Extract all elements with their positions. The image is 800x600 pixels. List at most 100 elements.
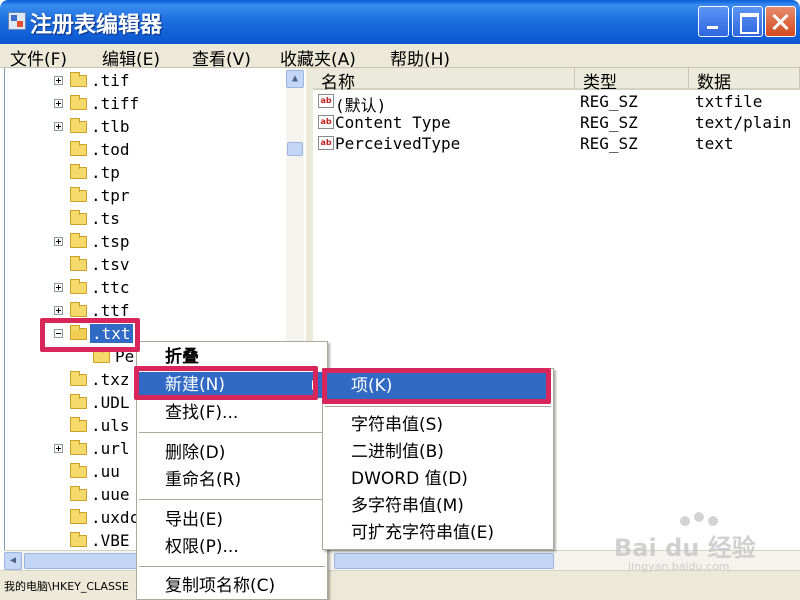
menu-edit[interactable]: 编辑(E) [102, 45, 160, 70]
folder-icon [70, 371, 87, 386]
sub-new-string-value[interactable]: 字符串值(S) [325, 412, 551, 438]
sub-new-binary-value[interactable]: 二进制值(B) [325, 439, 551, 465]
tree-item[interactable]: .tiff [5, 93, 305, 115]
expand-plus-icon[interactable] [54, 283, 63, 292]
tree-item[interactable]: .tp [5, 162, 305, 184]
list-horizontal-scroll-thumb[interactable] [334, 553, 554, 569]
tree-item-label: .ttc [91, 278, 130, 297]
folder-icon [70, 210, 87, 225]
expand-plus-icon[interactable] [54, 306, 63, 315]
folder-icon [70, 256, 87, 271]
value-type: REG_SZ [580, 113, 638, 132]
submenu-separator [325, 406, 551, 407]
sub-new-expandable-string-value[interactable]: 可扩充字符串值(E) [325, 520, 551, 546]
tree-item-label: .txz [91, 370, 130, 389]
ctx-delete[interactable]: 删除(D) [139, 440, 325, 466]
folder-icon [70, 72, 87, 87]
menu-file[interactable]: 文件(F) [10, 45, 67, 70]
folder-icon [70, 95, 87, 110]
value-data: txtfile [695, 92, 763, 111]
ctx-export[interactable]: 导出(E) [139, 507, 325, 533]
column-header-name[interactable]: 名称 [313, 68, 575, 93]
ctx-copy-key-name[interactable]: 复制项名称(C) [139, 573, 325, 599]
status-path: 我的电脑\HKEY_CLASSE [4, 580, 129, 593]
watermark-url: jingyan.baidu.com [628, 560, 730, 573]
value-type: REG_SZ [580, 92, 638, 111]
tree-item-label: .tlb [91, 117, 130, 136]
tree-item-label: .tsv [91, 255, 130, 274]
window-title: 注册表编辑器 [30, 13, 163, 38]
folder-icon [93, 348, 110, 363]
tree-item-label: .uu [91, 462, 120, 481]
tree-item[interactable]: .tif [5, 70, 305, 92]
tree-item-label: .tif [91, 71, 130, 90]
ctx-find[interactable]: 查找(F)... [139, 400, 325, 426]
menu-bar: 文件(F) 编辑(E) 查看(V) 收藏夹(A) 帮助(H) [0, 44, 800, 70]
maximize-button[interactable] [732, 6, 763, 37]
folder-icon [70, 440, 87, 455]
ctx-separator [139, 432, 325, 433]
sub-new-dword-value[interactable]: DWORD 值(D) [325, 466, 551, 492]
tree-item[interactable]: .tlb [5, 116, 305, 138]
value-name: Content Type [335, 113, 451, 132]
expand-plus-icon[interactable] [54, 76, 63, 85]
paw-icon [680, 516, 690, 526]
folder-icon [70, 302, 87, 317]
tree-item[interactable]: .tpr [5, 185, 305, 207]
paw-icon [708, 516, 718, 526]
folder-icon [70, 233, 87, 248]
value-data: text/plain [695, 113, 792, 132]
tree-item[interactable]: .ttc [5, 277, 305, 299]
minimize-button[interactable] [698, 6, 729, 37]
status-bar: 我的电脑\HKEY_CLASSE [0, 570, 800, 600]
title-bar[interactable]: 注册表编辑器 [0, 0, 800, 44]
close-button[interactable] [765, 6, 796, 37]
sub-new-multi-string-value[interactable]: 多字符串值(M) [325, 493, 551, 519]
column-header-data[interactable]: 数据 [689, 68, 800, 93]
folder-icon [70, 279, 87, 294]
tree-item-label: .ts [91, 209, 120, 228]
folder-icon [70, 141, 87, 156]
regedit-app-icon[interactable] [8, 12, 26, 30]
scroll-up-arrow-icon[interactable]: ▲ [286, 70, 304, 88]
folder-icon [70, 486, 87, 501]
scroll-left-arrow-icon[interactable]: ◀ [4, 552, 22, 570]
tree-item-label: .UDL [91, 393, 130, 412]
ctx-separator [139, 499, 325, 500]
string-value-icon: ab [318, 94, 334, 108]
annotation-box-key-item [322, 368, 551, 404]
expand-plus-icon[interactable] [54, 237, 63, 246]
folder-icon [70, 509, 87, 524]
tree-item[interactable]: .ts [5, 208, 305, 230]
tree-item-label: .tp [91, 163, 120, 182]
folder-icon [70, 187, 87, 202]
ctx-separator [139, 566, 325, 567]
tree-item[interactable]: .tsp [5, 231, 305, 253]
value-row[interactable]: ab Content Type REG_SZ text/plain [313, 112, 800, 133]
tree-item-label: .uls [91, 416, 130, 435]
menu-favorites[interactable]: 收藏夹(A) [280, 45, 356, 70]
tree-item-label: .tpr [91, 186, 130, 205]
column-header-type[interactable]: 类型 [575, 68, 689, 93]
annotation-box-new-item [134, 366, 318, 400]
tree-item[interactable]: .tsv [5, 254, 305, 276]
paw-icon [694, 512, 704, 522]
tree-item[interactable]: .tod [5, 139, 305, 161]
tree-item-label: .uue [91, 485, 130, 504]
folder-icon [70, 164, 87, 179]
ctx-permissions[interactable]: 权限(P)... [139, 534, 325, 560]
tree-item-label: .uxdc [91, 508, 140, 527]
value-data: text [695, 134, 734, 153]
expand-plus-icon[interactable] [54, 444, 63, 453]
expand-plus-icon[interactable] [54, 122, 63, 131]
value-row[interactable]: ab PerceivedType REG_SZ text [313, 133, 800, 154]
tree-item-label: .tiff [91, 94, 140, 113]
value-row[interactable]: ab (默认) REG_SZ txtfile [313, 91, 800, 115]
tree-scroll-thumb[interactable] [287, 142, 303, 156]
baidu-jingyan-watermark: Bai du 经验 [614, 534, 756, 562]
ctx-rename[interactable]: 重命名(R) [139, 467, 325, 493]
folder-icon [70, 532, 87, 547]
menu-view[interactable]: 查看(V) [192, 45, 251, 70]
expand-plus-icon[interactable] [54, 99, 63, 108]
menu-help[interactable]: 帮助(H) [390, 45, 450, 70]
